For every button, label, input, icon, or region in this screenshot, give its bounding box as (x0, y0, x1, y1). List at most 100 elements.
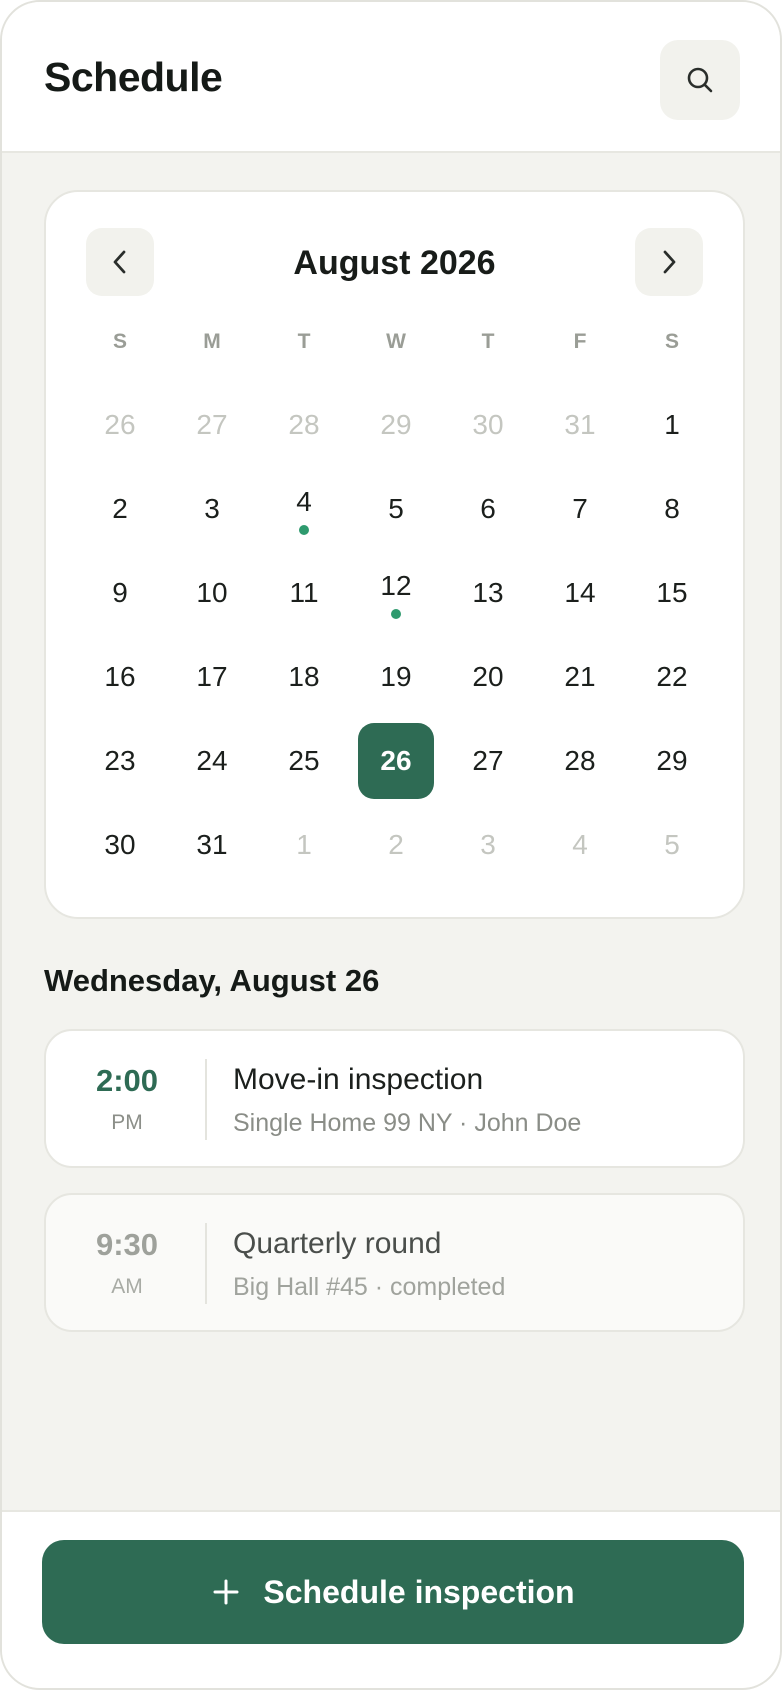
calendar-day[interactable]: 3 (166, 467, 258, 551)
calendar-day[interactable]: 28 (534, 719, 626, 803)
calendar-day-number: 4 (572, 829, 588, 860)
calendar-day-number: 1 (296, 829, 312, 860)
calendar-day[interactable]: 24 (166, 719, 258, 803)
calendar-day-number: 16 (104, 661, 136, 692)
calendar-day-number: 17 (196, 661, 228, 692)
search-button[interactable] (660, 40, 740, 120)
schedule-inspection-button[interactable]: Schedule inspection (42, 1540, 744, 1644)
calendar-day-number: 25 (288, 745, 320, 776)
calendar-day[interactable]: 23 (74, 719, 166, 803)
event-title: Quarterly round (233, 1227, 442, 1260)
page-title: Schedule (44, 54, 223, 100)
event-subtitle: Big Hall #45 · completed (233, 1273, 506, 1301)
calendar-day[interactable]: 1 (626, 383, 718, 467)
calendar-day[interactable]: 19 (350, 635, 442, 719)
calendar-day-number: 20 (472, 661, 504, 692)
calendar-day-number: 31 (196, 829, 228, 860)
weekday-label: S (664, 330, 679, 353)
calendar-day[interactable]: 31 (166, 803, 258, 887)
calendar-day[interactable]: 10 (166, 551, 258, 635)
calendar-day-number: 28 (288, 409, 320, 440)
event-subtitle: Single Home 99 NY · John Doe (233, 1109, 582, 1137)
weekday-label: T (297, 330, 311, 353)
weekday-header: S M T W T F S (74, 322, 718, 362)
calendar-day-number: 30 (104, 829, 136, 860)
calendar-day[interactable]: 4 (258, 467, 350, 551)
calendar-day[interactable]: 12 (350, 551, 442, 635)
calendar-day-number: 12 (380, 570, 412, 601)
calendar-day-number: 5 (388, 493, 404, 524)
calendar-day[interactable]: 20 (442, 635, 534, 719)
calendar-day-number: 26 (358, 723, 434, 799)
calendar-day-number: 2 (112, 493, 128, 524)
calendar-day-outside[interactable]: 26 (74, 383, 166, 467)
calendar-day-outside[interactable]: 4 (534, 803, 626, 887)
calendar-day-number: 26 (104, 409, 136, 440)
calendar-card: August 2026 S M T W T F S 26 27 28 29 30 31 1 2… (44, 190, 745, 919)
event-divider (205, 1059, 207, 1140)
event-divider (205, 1223, 207, 1304)
chevron-right-icon (663, 250, 676, 274)
calendar-day-number: 9 (112, 577, 128, 608)
calendar-day[interactable]: 5 (350, 467, 442, 551)
calendar-day[interactable]: 15 (626, 551, 718, 635)
calendar-day[interactable]: 30 (74, 803, 166, 887)
event-card[interactable]: 2:00 PM Move-in inspection Single Home 9… (44, 1029, 745, 1168)
calendar-day-outside[interactable]: 27 (166, 383, 258, 467)
calendar-day-outside[interactable]: 31 (534, 383, 626, 467)
event-ampm: AM (111, 1275, 143, 1298)
calendar-day-number: 23 (104, 745, 136, 776)
calendar-day[interactable]: 27 (442, 719, 534, 803)
calendar-day-number: 19 (380, 661, 412, 692)
agenda-date-heading: Wednesday, August 26 (44, 963, 380, 998)
event-indicator-dot (391, 609, 401, 619)
calendar-day-number: 13 (472, 577, 504, 608)
weekday-label: M (203, 330, 221, 353)
event-ampm: PM (111, 1111, 143, 1134)
header: Schedule (2, 2, 780, 153)
calendar-day-number: 27 (196, 409, 228, 440)
calendar-day[interactable]: 18 (258, 635, 350, 719)
calendar-day[interactable]: 6 (442, 467, 534, 551)
calendar-day-outside[interactable]: 28 (258, 383, 350, 467)
calendar-day-outside[interactable]: 2 (350, 803, 442, 887)
calendar-day-number: 22 (656, 661, 688, 692)
schedule-inspection-label: Schedule inspection (263, 1573, 575, 1610)
search-icon (687, 67, 713, 93)
calendar-day-number: 2 (388, 829, 404, 860)
calendar-day-number: 28 (564, 745, 596, 776)
calendar-day[interactable]: 9 (74, 551, 166, 635)
calendar-day-number: 27 (472, 745, 504, 776)
calendar-day[interactable]: 2 (74, 467, 166, 551)
calendar-day[interactable]: 29 (626, 719, 718, 803)
calendar-day[interactable]: 8 (626, 467, 718, 551)
calendar-day-number: 29 (656, 745, 688, 776)
calendar-day[interactable]: 14 (534, 551, 626, 635)
calendar-day-outside[interactable]: 30 (442, 383, 534, 467)
calendar-days-grid: 26 27 28 29 30 31 1 2 3 4 5 6 7 8 9 10 11 12 13 14 15 16 17 18 1… (74, 383, 718, 887)
calendar-day[interactable]: 17 (166, 635, 258, 719)
calendar-day-number: 8 (664, 493, 680, 524)
calendar-day-outside[interactable]: 3 (442, 803, 534, 887)
calendar-day[interactable]: 22 (626, 635, 718, 719)
calendar-day[interactable]: 13 (442, 551, 534, 635)
calendar-day-outside[interactable]: 1 (258, 803, 350, 887)
calendar-day[interactable]: 25 (258, 719, 350, 803)
event-time: 2:00 (95, 1063, 159, 1098)
next-month-button[interactable] (635, 228, 703, 296)
weekday-label: S (112, 330, 127, 353)
calendar-day[interactable]: 11 (258, 551, 350, 635)
calendar-day-outside[interactable]: 29 (350, 383, 442, 467)
calendar-day[interactable]: 16 (74, 635, 166, 719)
app-screen: Schedule August 2026 S M T W T F S 26 27… (0, 0, 782, 1690)
calendar-day[interactable]: 21 (534, 635, 626, 719)
calendar-day-number: 15 (656, 577, 688, 608)
calendar-day-number: 24 (196, 745, 228, 776)
event-card[interactable]: 9:30 AM Quarterly round Big Hall #45 · c… (44, 1193, 745, 1332)
calendar-day-selected[interactable]: 26 (350, 719, 442, 803)
calendar-day[interactable]: 7 (534, 467, 626, 551)
event-title: Move-in inspection (233, 1063, 484, 1096)
weekday-label: T (481, 330, 495, 353)
calendar-day-number: 31 (564, 409, 596, 440)
calendar-day-outside[interactable]: 5 (626, 803, 718, 887)
